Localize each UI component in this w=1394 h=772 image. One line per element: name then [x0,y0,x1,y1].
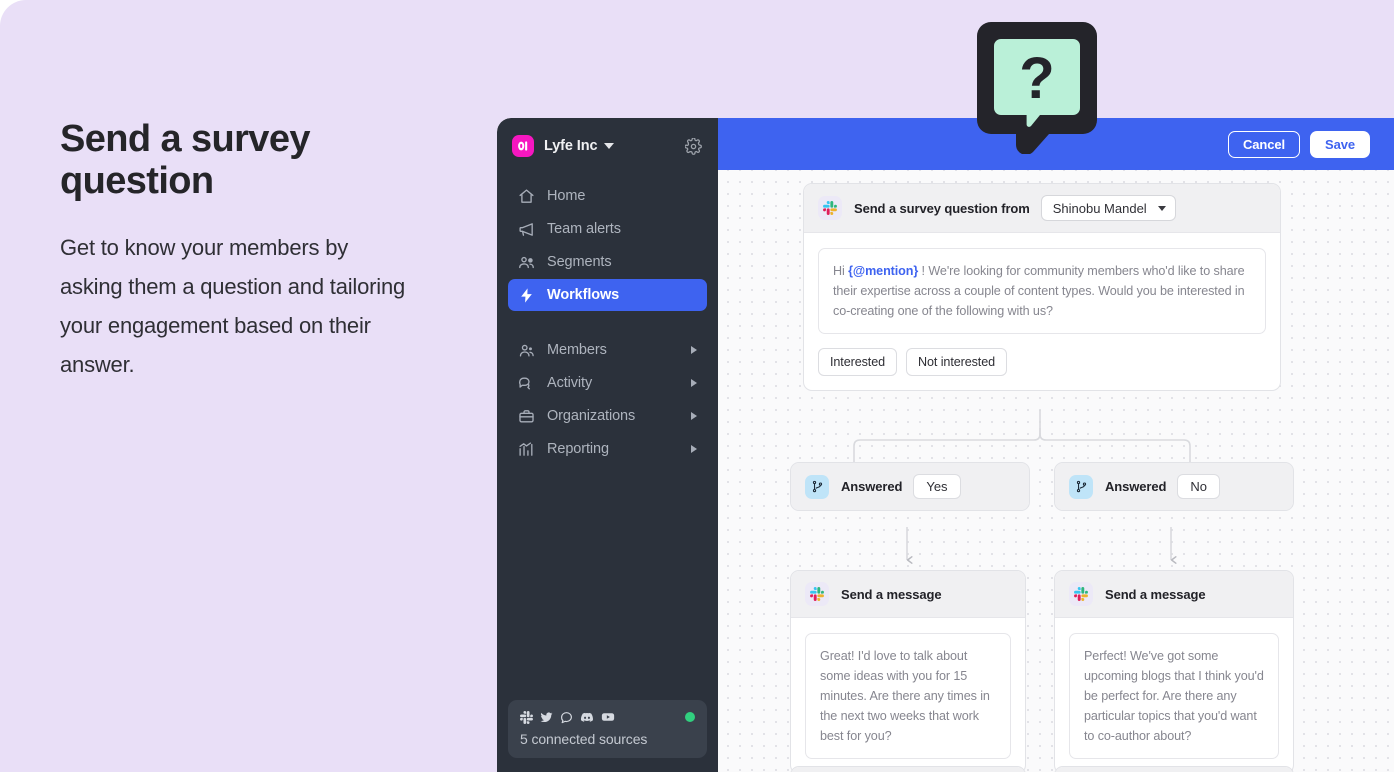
branch-icon [1069,474,1093,499]
condition-node-no[interactable]: Answered No [1054,462,1294,511]
connected-sources-icons [520,710,695,724]
message-greeting: Hi [833,264,849,278]
intercom-icon [561,711,572,723]
sidebar-item-team-alerts[interactable]: Team alerts [508,213,707,245]
sidebar-item-label: Segments [547,254,612,270]
message-no-text[interactable]: Perfect! We've got some upcoming blogs t… [1069,633,1279,759]
message-yes-body: Great! I'd love to talk about some ideas… [791,618,1025,772]
survey-node-header: Send a survey question from Shinobu Mand… [804,184,1280,233]
segment-node-yes[interactable]: Add to a segment [790,766,1026,772]
members-icon [519,344,534,356]
online-status-dot [685,712,695,722]
sidebar-item-label: Activity [547,375,593,391]
survey-message-text[interactable]: Hi {@mention} ! We're looking for commun… [818,248,1266,334]
message-no-title: Send a message [1105,586,1206,602]
workspace-switcher[interactable]: Lyfe Inc [497,118,718,174]
branch-icon [805,474,829,499]
page-title: Send a survey question [60,118,310,202]
save-button[interactable]: Save [1310,130,1370,158]
survey-question-node[interactable]: Send a survey question from Shinobu Mand… [803,183,1281,391]
question-speech-bubble-icon: ? [977,22,1097,155]
chat-bubbles-icon [519,377,531,389]
message-yes-text[interactable]: Great! I'd love to talk about some ideas… [805,633,1011,759]
segment-no-header: Add to a segment [1055,767,1293,772]
bar-chart-icon [519,441,533,456]
sidebar-item-label: Workflows [547,287,620,303]
app-window: Lyfe Inc Home Team alerts Segments Workf… [497,118,1394,772]
sender-value: Shinobu Mandel [1052,200,1147,216]
sidebar-nav: Home Team alerts Segments Workflows Memb… [497,180,718,465]
chevron-right-icon [691,445,697,453]
message-yes-header: Send a message [791,571,1025,618]
sidebar-item-label: Members [547,342,607,358]
chevron-right-icon [691,412,697,420]
workspace-name: Lyfe Inc [544,138,598,154]
sender-select[interactable]: Shinobu Mandel [1040,195,1176,221]
people-group-icon [519,256,534,268]
survey-choice-list: Interested Not interested [818,348,1266,376]
megaphone-icon [519,222,533,236]
sidebar-item-label: Home [547,188,586,204]
condition-node-yes[interactable]: Answered Yes [790,462,1030,511]
segment-node-no[interactable]: Add to a segment [1054,766,1294,772]
slack-icon [818,196,842,220]
lyfe-logo-icon [512,135,534,157]
sidebar-item-members[interactable]: Members [508,334,707,366]
sidebar-item-activity[interactable]: Activity [508,367,707,399]
discord-icon [580,712,593,722]
sidebar-item-workflows[interactable]: Workflows [508,279,707,311]
segment-yes-header: Add to a segment [791,767,1025,772]
message-no-body: Perfect! We've got some upcoming blogs t… [1055,618,1293,772]
survey-node-title: Send a survey question from [854,200,1030,216]
sidebar-item-segments[interactable]: Segments [508,246,707,278]
lightning-bolt-icon [521,287,532,303]
choice-not-interested[interactable]: Not interested [906,348,1008,376]
youtube-icon [601,713,615,721]
condition-yes-title: Answered [841,479,903,494]
condition-yes-value[interactable]: Yes [913,474,961,499]
sidebar-item-label: Team alerts [547,221,621,237]
survey-node-body: Hi {@mention} ! We're looking for commun… [804,233,1280,390]
chevron-down-icon [1157,205,1166,211]
message-node-yes[interactable]: Send a message Great! I'd love to talk a… [790,570,1026,772]
sidebar-item-reporting[interactable]: Reporting [508,433,707,465]
condition-yes-header: Answered Yes [791,463,1029,510]
slack-icon [805,582,829,606]
promo-description: Get to know your members by asking them … [60,235,406,377]
chevron-right-icon [691,346,697,354]
slack-icon [1069,582,1093,606]
promo-panel: Send a survey question Get to know your … [60,118,430,384]
message-node-no[interactable]: Send a message Perfect! We've got some u… [1054,570,1294,772]
sidebar-item-home[interactable]: Home [508,180,707,212]
gear-icon[interactable] [685,137,702,155]
sidebar-item-label: Organizations [547,408,636,424]
sidebar-item-label: Reporting [547,441,609,457]
condition-no-title: Answered [1105,479,1167,494]
mention-token: {@mention} [848,264,919,278]
page-root: Send a survey question Get to know your … [0,0,1394,772]
svg-text:?: ? [1019,46,1054,111]
chevron-down-icon [604,143,615,149]
condition-no-header: Answered No [1055,463,1293,510]
slack-icon [520,710,533,724]
condition-no-value[interactable]: No [1177,474,1220,499]
sidebar: Lyfe Inc Home Team alerts Segments Workf… [497,118,718,772]
message-no-header: Send a message [1055,571,1293,618]
choice-interested[interactable]: Interested [818,348,898,376]
chevron-right-icon [691,379,697,387]
sidebar-divider [508,312,707,334]
twitter-icon [540,711,553,722]
workflow-canvas[interactable]: Send a survey question from Shinobu Mand… [718,170,1394,772]
sidebar-item-organizations[interactable]: Organizations [508,400,707,432]
home-icon [519,188,534,203]
connected-sources-label: 5 connected sources [520,731,648,747]
connected-sources-card[interactable]: 5 connected sources [508,700,707,758]
message-yes-title: Send a message [841,586,942,602]
cancel-button[interactable]: Cancel [1228,130,1301,158]
briefcase-icon [519,409,534,422]
